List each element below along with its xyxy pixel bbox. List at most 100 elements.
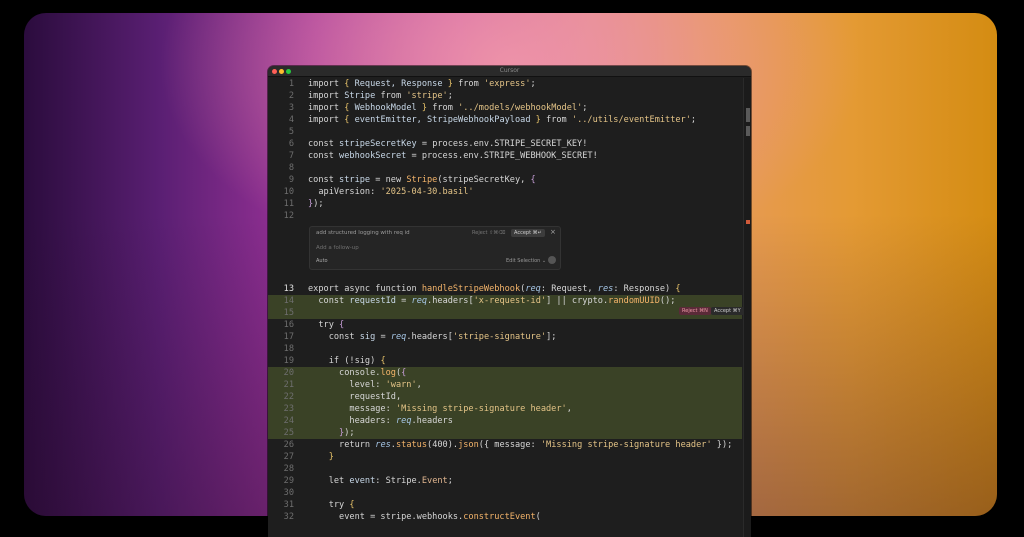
code-text: headers: req.headers bbox=[308, 416, 453, 426]
scroll-marker bbox=[746, 108, 750, 122]
line-number: 27 bbox=[283, 452, 294, 462]
code-line[interactable]: 26 return res.status(400).json({ message… bbox=[268, 439, 742, 451]
code-line[interactable]: 23 message: 'Missing stripe-signature he… bbox=[268, 403, 742, 415]
line-number: 6 bbox=[288, 139, 294, 149]
code-text: const webhookSecret = process.env.STRIPE… bbox=[308, 151, 598, 161]
line-number: 16 bbox=[283, 320, 294, 330]
code-line[interactable]: 27 } bbox=[268, 451, 742, 463]
code-line[interactable]: 22 requestId, bbox=[268, 391, 742, 403]
code-line[interactable]: 2 import Stripe from 'stripe'; bbox=[268, 90, 742, 102]
code-line[interactable]: 10 apiVersion: '2025-04-30.basil' bbox=[268, 186, 742, 198]
mode-selector[interactable]: Auto bbox=[316, 258, 328, 264]
code-text: apiVersion: '2025-04-30.basil' bbox=[308, 187, 474, 197]
code-text: const stripeSecretKey = process.env.STRI… bbox=[308, 139, 588, 149]
line-number: 24 bbox=[283, 416, 294, 426]
line-number: 4 bbox=[288, 115, 294, 125]
code-line[interactable]: 15 bbox=[268, 307, 742, 319]
code-text: let event: Stripe.Event; bbox=[308, 476, 453, 486]
code-line[interactable]: 13 export async function handleStripeWebh… bbox=[268, 283, 742, 295]
code-line[interactable]: 7 const webhookSecret = process.env.STRIP… bbox=[268, 150, 742, 162]
code-text: const stripe = new Stripe(stripeSecretKe… bbox=[308, 175, 536, 185]
code-line[interactable]: 11}); bbox=[268, 198, 742, 210]
code-line[interactable]: 28 bbox=[268, 463, 742, 475]
code-line[interactable]: 5 bbox=[268, 126, 742, 138]
code-line[interactable]: 32 event = stripe.webhooks.constructEven… bbox=[268, 511, 742, 523]
line-number: 31 bbox=[283, 500, 294, 510]
line-number: 19 bbox=[283, 356, 294, 366]
code-line[interactable]: 18 bbox=[268, 343, 742, 355]
code-line[interactable]: 17 const sig = req.headers['stripe-signa… bbox=[268, 331, 742, 343]
code-line[interactable]: 6 const stripeSecretKey = process.env.STR… bbox=[268, 138, 742, 150]
code-line[interactable]: 4 import { eventEmitter, StripeWebhookPay… bbox=[268, 114, 742, 126]
code-text: return res.status(400).json({ message: '… bbox=[308, 440, 733, 450]
line-number: 26 bbox=[283, 440, 294, 450]
code-line[interactable]: 20 console.log({ bbox=[268, 367, 742, 379]
line-number: 30 bbox=[283, 488, 294, 498]
code-line[interactable]: 30 bbox=[268, 487, 742, 499]
edit-selection-dropdown[interactable]: Edit Selection ⌄ bbox=[506, 258, 546, 264]
line-number: 23 bbox=[283, 404, 294, 414]
code-text: const sig = req.headers['stripe-signatur… bbox=[308, 332, 557, 342]
send-icon[interactable] bbox=[548, 256, 556, 264]
line-number: 18 bbox=[283, 344, 294, 354]
line-number: 3 bbox=[288, 103, 294, 113]
code-line[interactable]: 29 let event: Stripe.Event; bbox=[268, 475, 742, 487]
code-line[interactable]: 8 bbox=[268, 162, 742, 174]
code-text: try { bbox=[308, 320, 345, 330]
code-line[interactable]: 16 try { bbox=[268, 319, 742, 331]
line-number: 15 bbox=[283, 308, 294, 318]
prompt-reject-button[interactable]: Reject ⇧⌘⌫ bbox=[472, 230, 505, 236]
editor-scrollbar[interactable] bbox=[743, 78, 751, 537]
code-text: } bbox=[308, 452, 334, 462]
editor-window: Cursor 1 import { Request, Response } fro… bbox=[268, 66, 751, 537]
prompt-accept-button[interactable]: Accept ⌘↵ bbox=[511, 229, 545, 237]
line-number: 32 bbox=[283, 512, 294, 522]
diff-accept-button[interactable]: Accept ⌘Y bbox=[711, 307, 744, 315]
code-line[interactable]: 9 const stripe = new Stripe(stripeSecretK… bbox=[268, 174, 742, 186]
code-line[interactable]: 19 if (!sig) { bbox=[268, 355, 742, 367]
code-text: if (!sig) { bbox=[308, 356, 386, 366]
line-number: 20 bbox=[283, 368, 294, 378]
line-number: 28 bbox=[283, 464, 294, 474]
code-text: import Stripe from 'stripe'; bbox=[308, 91, 453, 101]
line-number: 29 bbox=[283, 476, 294, 486]
close-icon[interactable]: × bbox=[550, 228, 556, 236]
title-bar: Cursor bbox=[268, 66, 751, 77]
code-text: import { eventEmitter, StripeWebhookPayl… bbox=[308, 115, 697, 125]
code-line[interactable]: 1 import { Request, Response } from 'expr… bbox=[268, 78, 742, 90]
code-text: message: 'Missing stripe-signature heade… bbox=[308, 404, 572, 414]
line-number: 13 bbox=[283, 284, 294, 294]
code-text: try { bbox=[308, 500, 355, 510]
code-line[interactable]: 24 headers: req.headers bbox=[268, 415, 742, 427]
line-number: 9 bbox=[288, 175, 294, 185]
code-line[interactable]: 3 import { WebhookModel } from '../models… bbox=[268, 102, 742, 114]
line-number: 5 bbox=[288, 127, 294, 137]
line-number: 25 bbox=[283, 428, 294, 438]
line-number: 22 bbox=[283, 392, 294, 402]
code-line[interactable]: 21 level: 'warn', bbox=[268, 379, 742, 391]
inline-edit-prompt: add structured logging with req id Rejec… bbox=[309, 226, 561, 270]
code-text: event = stripe.webhooks.constructEvent( bbox=[308, 512, 541, 522]
followup-input[interactable]: Add a follow-up bbox=[316, 245, 359, 251]
line-number: 12 bbox=[283, 211, 294, 221]
diff-reject-button[interactable]: Reject ⌘N bbox=[679, 307, 711, 315]
code-text: }); bbox=[308, 428, 355, 438]
line-number: 10 bbox=[283, 187, 294, 197]
line-number: 17 bbox=[283, 332, 294, 342]
code-text: level: 'warn', bbox=[308, 380, 422, 390]
code-text: import { WebhookModel } from '../models/… bbox=[308, 103, 588, 113]
window-title: Cursor bbox=[499, 67, 520, 74]
code-text: }); bbox=[308, 199, 324, 209]
scroll-marker bbox=[746, 220, 750, 224]
code-line[interactable]: 14 const requestId = req.headers['x-requ… bbox=[268, 295, 742, 307]
line-number: 2 bbox=[288, 91, 294, 101]
code-text: const requestId = req.headers['x-request… bbox=[308, 296, 676, 306]
code-text: console.log({ bbox=[308, 368, 407, 378]
code-line[interactable]: 31 try { bbox=[268, 499, 742, 511]
line-number: 8 bbox=[288, 163, 294, 173]
scroll-marker bbox=[746, 126, 750, 136]
code-text: import { Request, Response } from 'expre… bbox=[308, 79, 536, 89]
code-text: export async function handleStripeWebhoo… bbox=[308, 284, 681, 294]
code-line[interactable]: 12 bbox=[268, 210, 742, 222]
code-line[interactable]: 25 }); bbox=[268, 427, 742, 439]
